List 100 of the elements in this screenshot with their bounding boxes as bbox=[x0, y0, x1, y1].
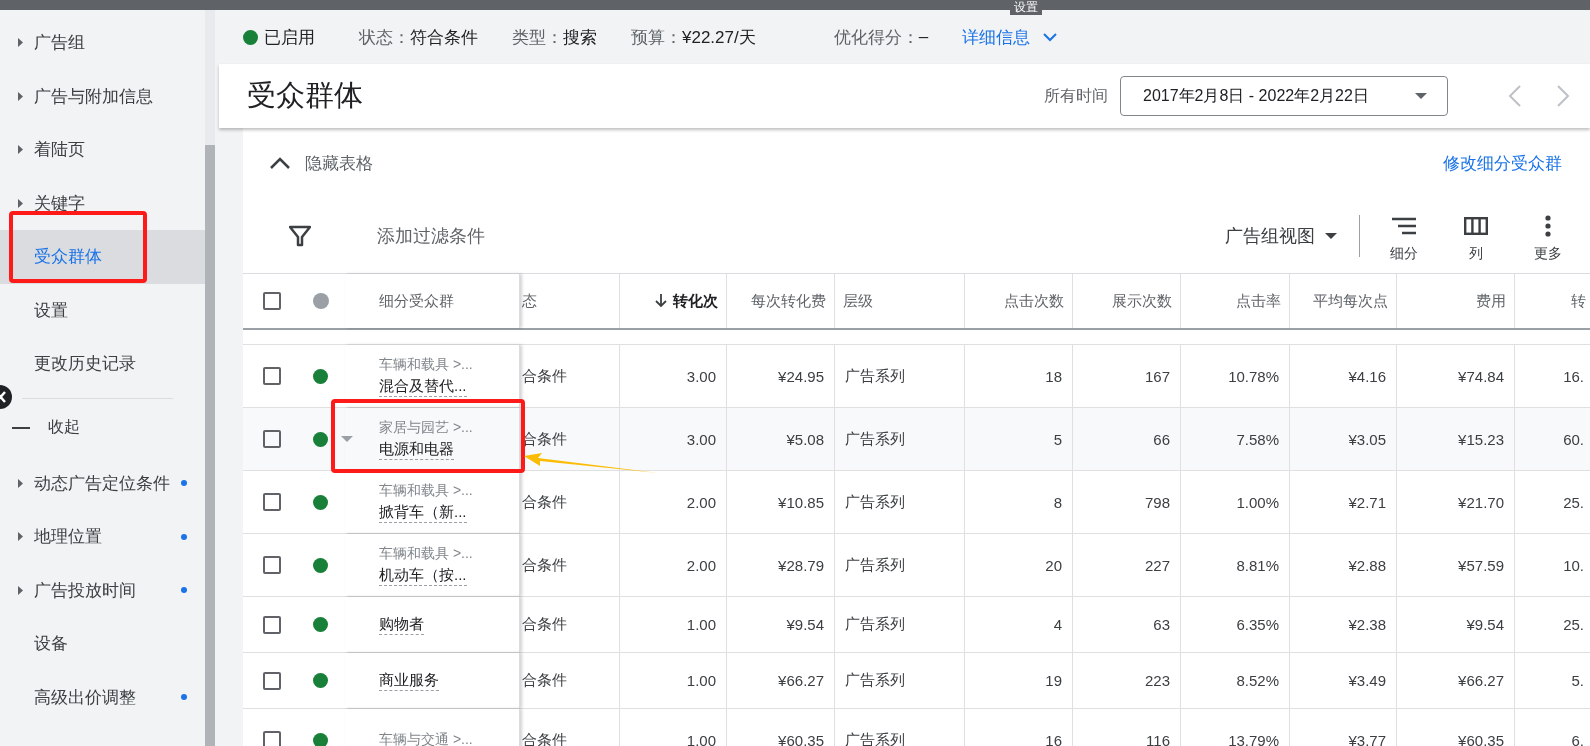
sidebar-item[interactable]: 广告投放时间 bbox=[0, 563, 205, 617]
column-header[interactable]: 层级 bbox=[835, 274, 965, 328]
chevron-down-icon[interactable] bbox=[1042, 32, 1059, 42]
checkbox[interactable] bbox=[262, 556, 281, 574]
toolbar-button[interactable]: 细分 bbox=[1368, 208, 1440, 263]
column-header[interactable]: 转化次 bbox=[620, 274, 727, 328]
column-header[interactable]: 展示次数 bbox=[1073, 274, 1181, 328]
table-cell: ¥10.85 bbox=[778, 493, 824, 511]
table-cell: ¥4.16 bbox=[1348, 367, 1386, 385]
table-cell: 13.79% bbox=[1228, 731, 1279, 746]
column-header[interactable]: 转 bbox=[1515, 274, 1590, 328]
table-cell: 16 bbox=[1045, 731, 1062, 746]
add-filter-button[interactable]: 添加过滤条件 bbox=[377, 223, 485, 248]
expand-icon bbox=[18, 198, 23, 208]
expand-icon bbox=[18, 38, 23, 48]
status-dot bbox=[313, 431, 328, 447]
status-text: 已启用 bbox=[264, 26, 315, 49]
table-row[interactable]: 商业服务 合条件 1.00 ¥66.27 广告系列 19 223 8.52% ¥3.49 ¥66.27 5. bbox=[243, 653, 1590, 709]
sidebar-item[interactable]: 动态广告定位条件 bbox=[0, 456, 205, 510]
table-cell: ¥28.79 bbox=[778, 556, 824, 574]
table-row[interactable]: 车辆和载具 >... 机动车（按... 合条件 2.00 ¥28.79 广告系列 20 227 8.81% ¥2.88 ¥57.59 10. bbox=[243, 534, 1590, 597]
close-icon[interactable] bbox=[0, 385, 12, 409]
table-cell: 合条件 bbox=[522, 671, 567, 690]
table-cell: 广告系列 bbox=[845, 492, 905, 512]
table-cell: ¥57.59 bbox=[1458, 556, 1504, 574]
table-cell: 116 bbox=[1146, 731, 1170, 746]
column-header[interactable]: 平均每次点 bbox=[1290, 274, 1397, 328]
table-cell: 广告系列 bbox=[845, 429, 905, 449]
table-cell: 20 bbox=[1045, 556, 1062, 574]
status-dot bbox=[313, 494, 328, 510]
view-dropdown[interactable]: 广告组视图 bbox=[1225, 223, 1337, 248]
segment-name[interactable]: 电源和电器 bbox=[379, 439, 454, 460]
sidebar-item[interactable]: 广告组 bbox=[0, 16, 205, 70]
table-cell: 1.00% bbox=[1236, 493, 1279, 511]
sidebar-item[interactable]: 设备 bbox=[0, 617, 205, 671]
table-cell: 1.00 bbox=[686, 731, 716, 746]
chevron-up-icon[interactable] bbox=[269, 157, 291, 169]
hide-table-toggle[interactable]: 隐藏表格 bbox=[305, 151, 373, 175]
table-cell: ¥2.38 bbox=[1348, 616, 1386, 633]
table-cell: ¥21.70 bbox=[1458, 493, 1504, 511]
toolbar-button[interactable]: 列 bbox=[1440, 208, 1512, 263]
dropdown-caret-icon bbox=[1415, 93, 1427, 99]
checkbox[interactable] bbox=[262, 671, 281, 690]
status-dot bbox=[313, 368, 328, 384]
sidebar-item[interactable]: 更改历史记录 bbox=[0, 337, 205, 391]
field-label: 类型： bbox=[512, 26, 563, 49]
checkbox[interactable] bbox=[262, 731, 281, 746]
table-cell: ¥74.84 bbox=[1458, 367, 1504, 385]
table-cell: 66 bbox=[1153, 430, 1170, 448]
status-dot bbox=[313, 673, 328, 688]
table-cell: 16. bbox=[1563, 367, 1584, 385]
table-cell: 8 bbox=[1053, 493, 1062, 511]
checkbox[interactable] bbox=[262, 493, 281, 511]
date-range-dropdown[interactable]: 2017年2月8日 - 2022年2月22日 bbox=[1120, 76, 1448, 116]
scrollbar-thumb[interactable] bbox=[205, 145, 215, 746]
table-row[interactable]: 家居与园艺 >... 电源和电器 合条件 3.00 ¥5.08 广告系列 5 66 7.58% ¥3.05 ¥15.23 60. bbox=[243, 408, 1590, 471]
checkbox[interactable] bbox=[262, 367, 281, 385]
column-header[interactable]: 点击率 bbox=[1181, 274, 1290, 328]
table-cell: ¥24.95 bbox=[778, 367, 824, 385]
details-link[interactable]: 详细信息 bbox=[962, 25, 1031, 49]
table-cell: 25. bbox=[1563, 616, 1584, 633]
table-cell: 6.35% bbox=[1236, 616, 1279, 633]
column-header[interactable]: 细分受众群 bbox=[345, 274, 520, 328]
segment-name[interactable]: 购物者 bbox=[379, 614, 424, 635]
segment-name[interactable]: 商业服务 bbox=[379, 670, 439, 691]
segment-name[interactable]: 掀背车（新... bbox=[379, 502, 467, 523]
sidebar-item[interactable]: 关键字 bbox=[0, 176, 205, 230]
filter-icon[interactable] bbox=[289, 224, 311, 247]
status-dot bbox=[313, 617, 328, 632]
column-header[interactable]: 点击次数 bbox=[965, 274, 1073, 328]
table-cell: 广告系列 bbox=[845, 671, 905, 690]
checkbox[interactable] bbox=[262, 615, 281, 634]
collapse-button[interactable]: 收起 bbox=[0, 398, 205, 457]
sidebar-item[interactable]: 地理位置 bbox=[0, 510, 205, 564]
table-cell: ¥5.08 bbox=[786, 430, 824, 448]
edit-segments-link[interactable]: 修改细分受众群 bbox=[1443, 151, 1562, 175]
sidebar-item[interactable]: 广告与附加信息 bbox=[0, 69, 205, 123]
sidebar-item[interactable]: 着陆页 bbox=[0, 123, 205, 177]
toolbar-button[interactable]: 更多 bbox=[1512, 208, 1584, 263]
category-path: 家居与园艺 >... bbox=[379, 418, 473, 437]
column-header[interactable]: 费用 bbox=[1397, 274, 1515, 328]
table-row[interactable]: 车辆和载具 >... 混合及替代... 合条件 3.00 ¥24.95 广告系列 18 167 10.78% ¥4.16 ¥74.84 16. bbox=[243, 345, 1590, 408]
table-cell: 3.00 bbox=[686, 430, 716, 448]
table-row[interactable]: 购物者 合条件 1.00 ¥9.54 广告系列 4 63 6.35% ¥2.38 ¥9.54 25. bbox=[243, 597, 1590, 653]
sidebar-item[interactable]: 高级出价调整 bbox=[0, 670, 205, 724]
segment-name[interactable]: 混合及替代... bbox=[379, 376, 467, 397]
table-cell: 广告系列 bbox=[845, 730, 905, 746]
expand-icon bbox=[18, 532, 23, 542]
more-icon bbox=[1545, 214, 1551, 237]
sidebar-item[interactable]: 设置 bbox=[0, 283, 205, 337]
table-cell: ¥66.27 bbox=[778, 672, 824, 689]
segment-name[interactable]: 机动车（按... bbox=[379, 565, 467, 586]
checkbox[interactable] bbox=[262, 430, 281, 448]
checkbox[interactable] bbox=[262, 292, 281, 310]
table-cell: 5 bbox=[1053, 430, 1062, 448]
table-cell: 223 bbox=[1144, 672, 1170, 689]
table-cell: 4 bbox=[1053, 616, 1062, 633]
table-row[interactable]: 车辆和载具 >... 掀背车（新... 合条件 2.00 ¥10.85 广告系列 8 798 1.00% ¥2.71 ¥21.70 25. bbox=[243, 471, 1590, 534]
column-header[interactable]: 态 bbox=[520, 274, 620, 328]
column-header[interactable]: 每次转化费 bbox=[727, 274, 835, 328]
